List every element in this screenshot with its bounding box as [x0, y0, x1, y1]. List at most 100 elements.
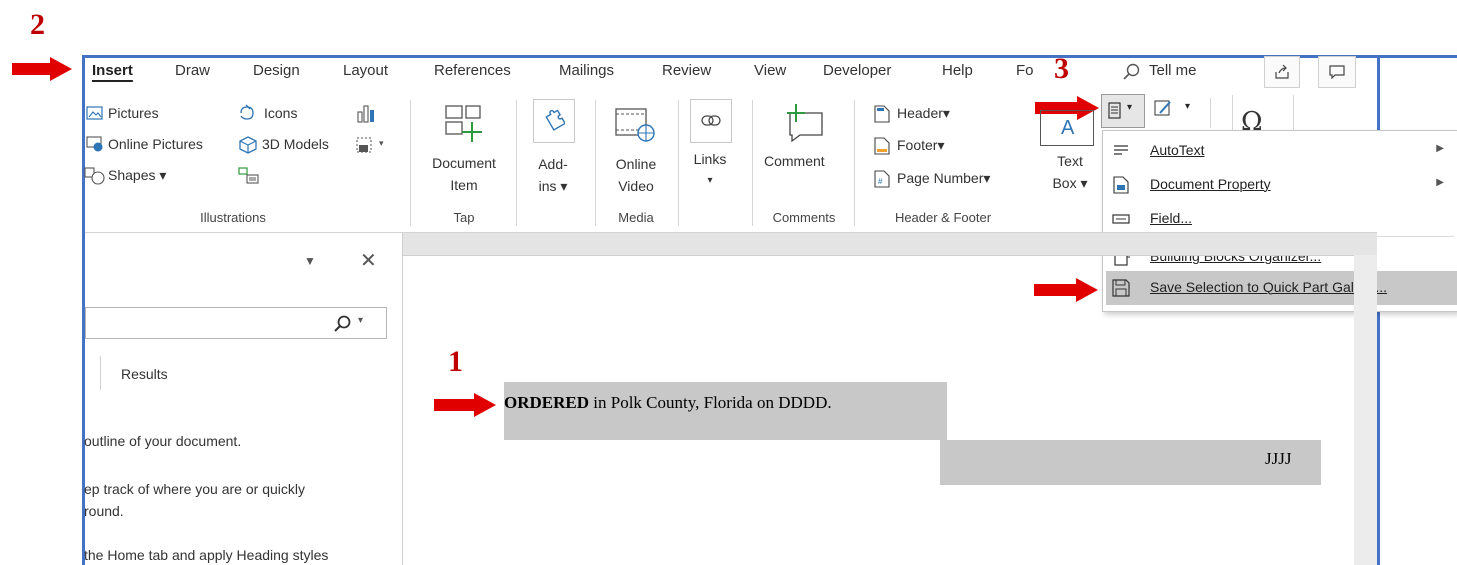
- shapes-label: Shapes: [108, 167, 156, 183]
- online-video-icon: [615, 108, 655, 142]
- links-button[interactable]: Links ▾: [680, 148, 740, 192]
- menu-item-autotext[interactable]: AutoText ▶: [1106, 134, 1457, 168]
- text-box-icon: A: [1040, 110, 1094, 146]
- online-video-button[interactable]: Online Video: [604, 153, 668, 197]
- ordered-bold-text: ORDERED: [504, 393, 590, 412]
- document-item-button[interactable]: Document Item: [424, 152, 504, 196]
- tab-help[interactable]: Help: [942, 62, 973, 79]
- pane-options-chevron-icon[interactable]: ▼: [304, 254, 316, 268]
- online-pictures-icon: [86, 136, 103, 152]
- red-arrow-icon: [12, 57, 72, 81]
- page-number-button[interactable]: Page Number▾: [897, 170, 990, 187]
- header-button[interactable]: Header▾: [897, 105, 950, 122]
- media-group-label: Media: [618, 210, 654, 225]
- 3d-models-button[interactable]: 3D Models: [262, 136, 329, 152]
- text-box-button[interactable]: Text Box ▾: [1046, 150, 1094, 194]
- tab-review[interactable]: Review: [662, 62, 711, 79]
- tab-view[interactable]: View: [754, 62, 786, 79]
- wordart-icon[interactable]: [1154, 99, 1176, 119]
- svg-text:▾: ▾: [379, 138, 384, 148]
- screenshot-icon[interactable]: ▾: [355, 136, 389, 156]
- online-video-label-2: Video: [618, 178, 654, 194]
- ordered-paragraph[interactable]: ORDERED in Polk County, Florida on DDDD.: [504, 393, 832, 413]
- addins-button[interactable]: Add- ins ▾: [523, 153, 583, 197]
- link-icon: [701, 115, 721, 126]
- links-icon-frame: [690, 99, 732, 143]
- ruler: [402, 233, 1377, 256]
- menu-item-document-property[interactable]: Document Property ▶: [1106, 168, 1457, 202]
- tab-insert[interactable]: Insert: [92, 62, 133, 79]
- nav-pane-divider: [402, 233, 403, 565]
- tab-layout[interactable]: Layout: [343, 62, 388, 79]
- share-button[interactable]: [1264, 56, 1300, 88]
- nav-help-line-4: the Home tab and apply Heading styles: [84, 547, 329, 563]
- comment-icon: [1329, 65, 1345, 79]
- online-pictures-button[interactable]: Online Pictures: [108, 136, 203, 152]
- share-icon: [1275, 64, 1289, 79]
- search-icon: [334, 315, 351, 332]
- nav-search-input[interactable]: ▾: [85, 307, 387, 339]
- chevron-down-icon: ▾: [1127, 102, 1133, 113]
- quick-parts-button[interactable]: ▾: [1101, 94, 1145, 128]
- save-selection-label: Save Selection to Quick Part Gallery...: [1150, 279, 1388, 295]
- quick-parts-icon: [1108, 102, 1121, 119]
- menu-item-field[interactable]: Field...: [1106, 202, 1457, 236]
- red-arrow-icon: [434, 393, 496, 417]
- page-number-label: Page Number: [897, 170, 984, 186]
- group-divider: [854, 100, 855, 226]
- group-divider: [678, 100, 679, 226]
- icons-icon: [240, 104, 254, 120]
- addins-label-2: ins ▾: [538, 178, 568, 194]
- field-icon: [1112, 214, 1130, 224]
- tab-references[interactable]: References: [434, 62, 511, 79]
- pictures-button[interactable]: Pictures: [108, 105, 159, 121]
- document-item-icon: [445, 105, 482, 142]
- footer-label: Footer: [897, 137, 938, 153]
- ordered-rest-text: in Polk County, Florida on DDDD.: [589, 393, 832, 412]
- header-footer-group-label: Header & Footer: [894, 210, 992, 225]
- online-video-label-1: Online: [615, 156, 657, 172]
- comments-group-label: Comments: [772, 210, 836, 225]
- group-divider: [595, 100, 596, 226]
- tab-mailings[interactable]: Mailings: [559, 62, 614, 79]
- footer-button[interactable]: Footer▾: [897, 137, 945, 154]
- shapes-button[interactable]: Shapes ▾: [108, 167, 166, 184]
- tab-format[interactable]: Fo: [1016, 62, 1034, 79]
- comments-pane-button[interactable]: [1318, 56, 1356, 88]
- red-arrow-icon: [1034, 278, 1098, 302]
- shapes-icon: [84, 167, 105, 185]
- menu-item-save-selection-to-gallery[interactable]: Save Selection to Quick Part Gallery...: [1106, 271, 1457, 305]
- close-icon[interactable]: ✕: [360, 248, 377, 273]
- chevron-down-icon: ▾: [358, 315, 364, 326]
- results-tab[interactable]: Results: [121, 366, 168, 382]
- step-marker-1: 1: [448, 345, 463, 378]
- signature-line[interactable]: JJJJ: [1265, 449, 1291, 469]
- nav-help-line-3: round.: [84, 503, 124, 519]
- vertical-scrollbar[interactable]: [1354, 255, 1377, 565]
- tell-me-box[interactable]: Tell me: [1149, 62, 1197, 79]
- chevron-down-icon: ▾: [1185, 101, 1191, 112]
- tab-divider: [100, 356, 101, 390]
- window-top-border: [82, 55, 1457, 58]
- step-marker-3: 3: [1054, 52, 1069, 85]
- smartart-icon: [238, 167, 259, 184]
- field-label: Field...: [1150, 210, 1193, 226]
- new-comment-icon: [787, 104, 823, 143]
- autotext-icon: [1114, 145, 1128, 155]
- addins-label-1: Add-: [538, 156, 568, 172]
- illustrations-group-label: Illustrations: [200, 210, 266, 225]
- chart-icon[interactable]: [356, 104, 376, 124]
- group-divider: [752, 100, 753, 226]
- comment-button[interactable]: Comment: [764, 153, 825, 169]
- header-label: Header: [897, 105, 943, 121]
- nav-help-line-1: outline of your document.: [84, 433, 242, 449]
- icons-button[interactable]: Icons: [264, 105, 297, 121]
- search-icon: [1123, 63, 1140, 80]
- tab-draw[interactable]: Draw: [175, 62, 210, 79]
- tab-design[interactable]: Design: [253, 62, 300, 79]
- save-icon: [1112, 279, 1130, 297]
- addins-icon-frame: [533, 99, 575, 143]
- pictures-icon: [86, 106, 103, 120]
- 3d-models-icon: [239, 136, 257, 154]
- tab-developer[interactable]: Developer: [823, 62, 891, 79]
